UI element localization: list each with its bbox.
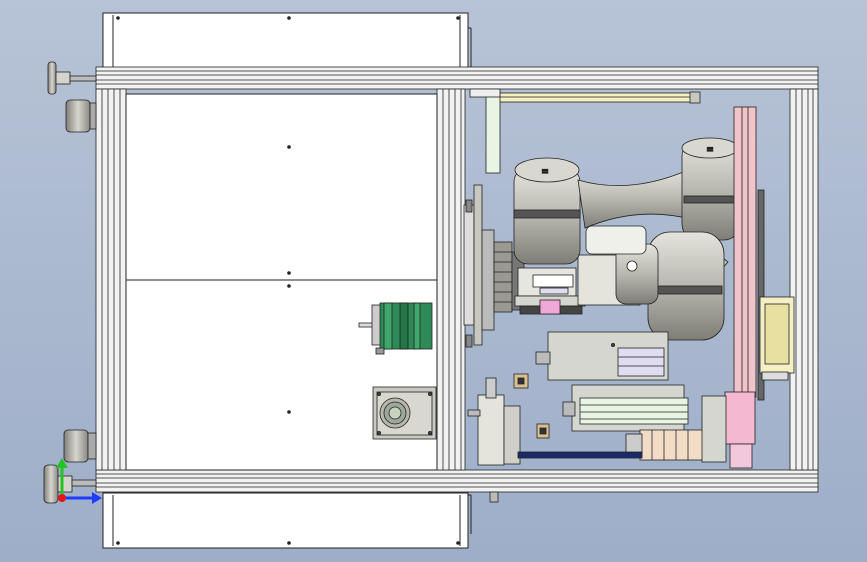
frame-middle-posts[interactable] — [436, 88, 466, 471]
frame-bottom-rail[interactable] — [95, 469, 819, 493]
frame-top-rail[interactable] — [95, 66, 819, 90]
cad-viewport[interactable]: ≡ ≡ — [0, 0, 867, 562]
proximity-sensor-1[interactable] — [513, 373, 529, 389]
robot-elbow-logo-icon: ≡ — [706, 145, 714, 155]
caster-wheel-bottom[interactable] — [63, 429, 97, 463]
sensor-module[interactable] — [759, 296, 795, 381]
proximity-sensor-2[interactable] — [536, 423, 550, 439]
mid-actuator[interactable] — [535, 331, 669, 381]
motor-mount-plate[interactable] — [372, 386, 437, 440]
frame-right-posts[interactable] — [789, 88, 819, 471]
cad-drawing[interactable]: ≡ ≡ — [0, 0, 867, 562]
top-cover-panel[interactable] — [102, 12, 472, 70]
bottom-cover-panel[interactable] — [102, 492, 472, 549]
lower-actuator[interactable] — [562, 384, 689, 432]
robot-logo-icon: ≡ — [541, 167, 549, 177]
caster-wheel-top[interactable] — [65, 99, 97, 133]
